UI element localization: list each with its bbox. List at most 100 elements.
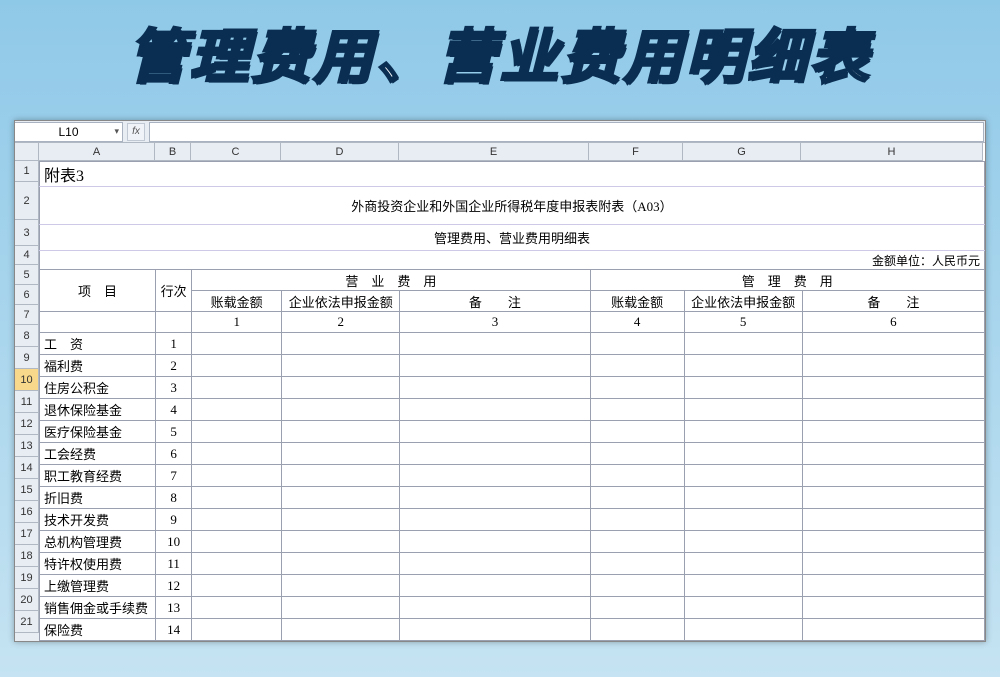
data-cell[interactable] xyxy=(192,465,282,487)
row-label[interactable]: 保险费 xyxy=(40,619,156,641)
header-col2[interactable]: 企业依法申报金额 xyxy=(282,291,400,312)
header-item[interactable]: 项 目 xyxy=(40,270,156,312)
data-cell[interactable] xyxy=(802,399,984,421)
data-cell[interactable] xyxy=(400,355,590,377)
data-cell[interactable] xyxy=(192,531,282,553)
row-label[interactable]: 住房公积金 xyxy=(40,377,156,399)
data-cell[interactable] xyxy=(590,553,684,575)
data-cell[interactable] xyxy=(282,355,400,377)
data-cell[interactable] xyxy=(684,399,802,421)
data-cell[interactable] xyxy=(802,553,984,575)
name-box[interactable]: L10 xyxy=(15,122,123,142)
data-cell[interactable] xyxy=(802,509,984,531)
header-num[interactable]: 2 xyxy=(282,312,400,333)
data-cell[interactable] xyxy=(802,443,984,465)
row-label[interactable]: 福利费 xyxy=(40,355,156,377)
row-label[interactable]: 工会经费 xyxy=(40,443,156,465)
row-number[interactable]: 14 xyxy=(156,619,192,641)
row-header[interactable]: 3 xyxy=(15,220,39,246)
data-cell[interactable] xyxy=(590,575,684,597)
row-header[interactable]: 15 xyxy=(15,479,39,501)
col-header[interactable]: C xyxy=(191,143,281,161)
data-cell[interactable] xyxy=(590,333,684,355)
data-cell[interactable] xyxy=(590,377,684,399)
row-header[interactable]: 9 xyxy=(15,347,39,369)
attachment-label[interactable]: 附表3 xyxy=(40,162,985,187)
data-cell[interactable] xyxy=(802,377,984,399)
row-number[interactable]: 4 xyxy=(156,399,192,421)
data-cell[interactable] xyxy=(400,421,590,443)
header-col3[interactable]: 备 注 xyxy=(400,291,590,312)
data-cell[interactable] xyxy=(400,333,590,355)
header-group-admin[interactable]: 管 理 费 用 xyxy=(590,270,984,291)
data-cell[interactable] xyxy=(192,619,282,641)
data-cell[interactable] xyxy=(282,597,400,619)
row-number[interactable]: 13 xyxy=(156,597,192,619)
data-cell[interactable] xyxy=(590,487,684,509)
data-cell[interactable] xyxy=(282,531,400,553)
row-header[interactable]: 5 xyxy=(15,265,39,285)
data-cell[interactable] xyxy=(590,509,684,531)
data-cell[interactable] xyxy=(192,443,282,465)
data-cell[interactable] xyxy=(684,465,802,487)
row-header[interactable]: 19 xyxy=(15,567,39,589)
header-num[interactable]: 6 xyxy=(802,312,984,333)
row-header[interactable]: 12 xyxy=(15,413,39,435)
data-cell[interactable] xyxy=(802,487,984,509)
data-cell[interactable] xyxy=(684,355,802,377)
data-cell[interactable] xyxy=(590,597,684,619)
data-cell[interactable] xyxy=(590,619,684,641)
row-header[interactable]: 21 xyxy=(15,611,39,633)
row-header[interactable]: 4 xyxy=(15,246,39,265)
row-label[interactable]: 职工教育经费 xyxy=(40,465,156,487)
data-cell[interactable] xyxy=(684,377,802,399)
col-header[interactable]: F xyxy=(589,143,683,161)
data-cell[interactable] xyxy=(192,333,282,355)
header-num[interactable]: 1 xyxy=(192,312,282,333)
header-num[interactable]: 3 xyxy=(400,312,590,333)
data-cell[interactable] xyxy=(192,377,282,399)
row-header[interactable]: 11 xyxy=(15,391,39,413)
sheet-title-1[interactable]: 外商投资企业和外国企业所得税年度申报表附表（A03） xyxy=(40,187,985,225)
data-cell[interactable] xyxy=(282,487,400,509)
data-cell[interactable] xyxy=(400,575,590,597)
row-number[interactable]: 2 xyxy=(156,355,192,377)
select-all-corner[interactable] xyxy=(15,143,39,161)
data-cell[interactable] xyxy=(282,377,400,399)
row-header[interactable]: 16 xyxy=(15,501,39,523)
data-cell[interactable] xyxy=(282,575,400,597)
row-header[interactable]: 6 xyxy=(15,285,39,305)
data-cell[interactable] xyxy=(684,531,802,553)
data-cell[interactable] xyxy=(802,619,984,641)
data-cell[interactable] xyxy=(590,465,684,487)
row-header[interactable]: 14 xyxy=(15,457,39,479)
data-cell[interactable] xyxy=(400,465,590,487)
row-number[interactable]: 12 xyxy=(156,575,192,597)
row-label[interactable]: 退休保险基金 xyxy=(40,399,156,421)
data-cell[interactable] xyxy=(282,421,400,443)
row-header[interactable]: 20 xyxy=(15,589,39,611)
data-cell[interactable] xyxy=(400,597,590,619)
data-cell[interactable] xyxy=(192,553,282,575)
header-rowno[interactable]: 行次 xyxy=(156,270,192,312)
col-header[interactable]: B xyxy=(155,143,191,161)
row-number[interactable]: 11 xyxy=(156,553,192,575)
row-number[interactable]: 5 xyxy=(156,421,192,443)
row-header[interactable]: 13 xyxy=(15,435,39,457)
data-cell[interactable] xyxy=(590,443,684,465)
col-header[interactable]: A xyxy=(39,143,155,161)
data-cell[interactable] xyxy=(802,355,984,377)
sheet-title-2[interactable]: 管理费用、营业费用明细表 xyxy=(40,225,985,251)
data-cell[interactable] xyxy=(400,553,590,575)
header-blank[interactable] xyxy=(156,312,192,333)
row-header[interactable]: 17 xyxy=(15,523,39,545)
data-cell[interactable] xyxy=(684,553,802,575)
data-cell[interactable] xyxy=(400,399,590,421)
data-cell[interactable] xyxy=(802,421,984,443)
data-cell[interactable] xyxy=(590,355,684,377)
row-number[interactable]: 7 xyxy=(156,465,192,487)
data-cell[interactable] xyxy=(282,443,400,465)
data-cell[interactable] xyxy=(684,487,802,509)
row-number[interactable]: 8 xyxy=(156,487,192,509)
data-cell[interactable] xyxy=(590,421,684,443)
